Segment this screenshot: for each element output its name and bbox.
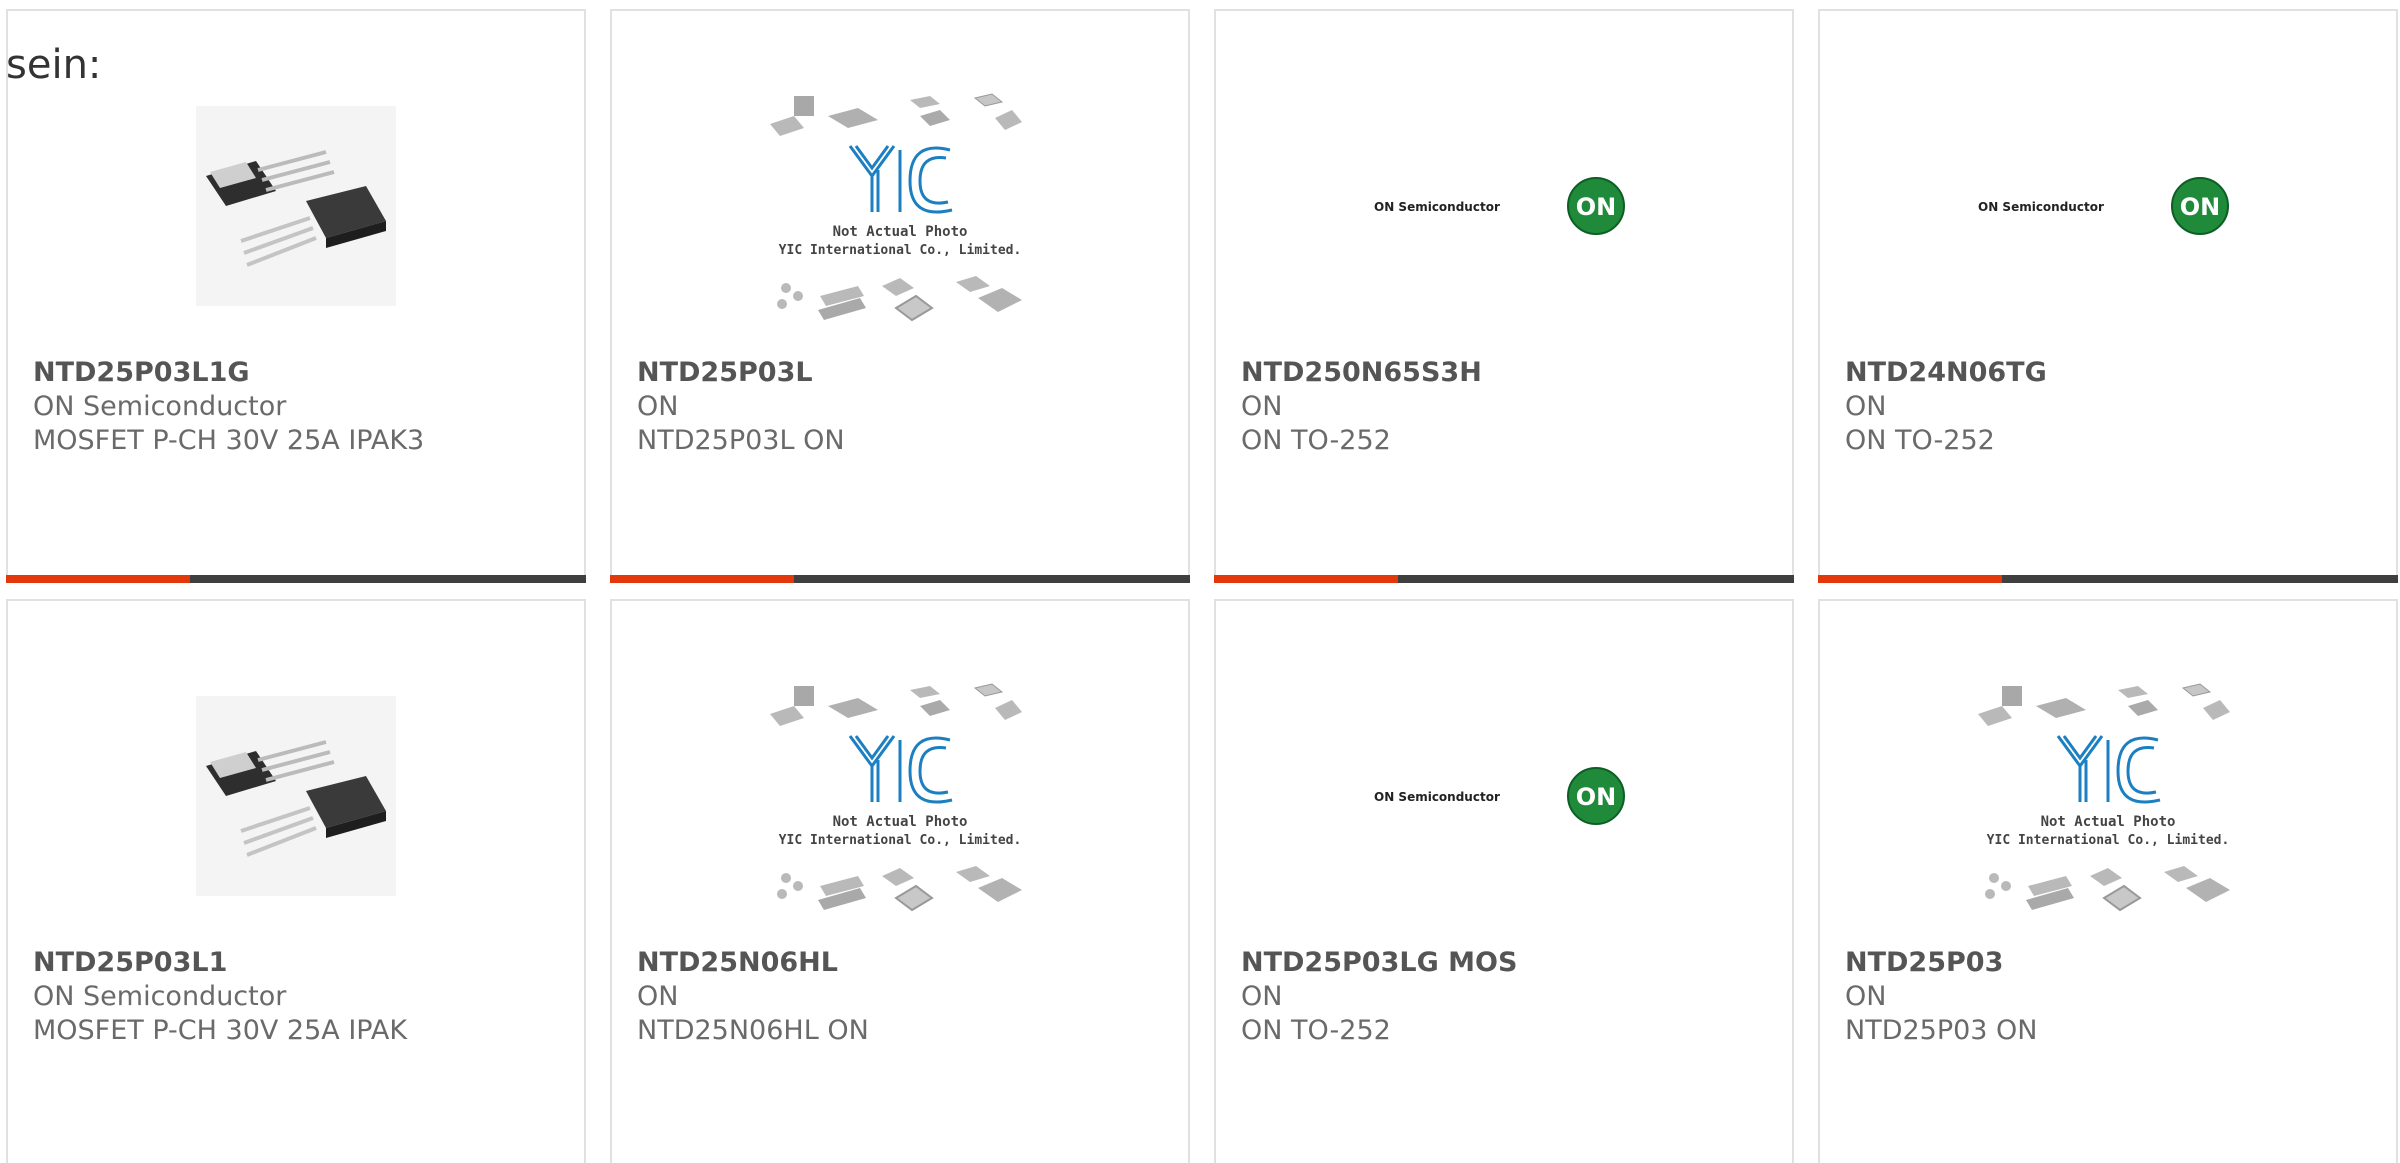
card-bottom-bar	[1818, 575, 2398, 583]
product-description: ON TO-252	[1241, 1015, 1391, 1046]
product-card[interactable]: NTD25P03L1G ON Semiconductor MOSFET P-CH…	[6, 9, 586, 583]
product-part-number[interactable]: NTD25P03L1	[33, 946, 407, 980]
card-accent-bar	[610, 575, 794, 583]
svg-text:YIC International Co., Limited: YIC International Co., Limited.	[1987, 833, 2230, 848]
svg-text:Not Actual Photo: Not Actual Photo	[833, 224, 968, 240]
on-semiconductor-logo: ON Semiconductor ON	[1216, 71, 1792, 341]
svg-text:YIC International Co., Limited: YIC International Co., Limited.	[779, 243, 1022, 258]
product-description: NTD25N06HL ON	[637, 1015, 869, 1046]
product-manufacturer: ON Semiconductor	[33, 981, 287, 1012]
product-card[interactable]: ON Semiconductor ON NTD250N65S3H ON ON TO…	[1214, 9, 1794, 583]
svg-text:Not Actual Photo: Not Actual Photo	[833, 814, 968, 830]
product-manufacturer: ON	[1241, 981, 1283, 1012]
product-manufacturer: ON	[1241, 391, 1283, 422]
product-manufacturer: ON	[1845, 391, 1887, 422]
product-manufacturer: ON Semiconductor	[33, 391, 287, 422]
svg-text:ON Semiconductor: ON Semiconductor	[1374, 200, 1500, 214]
card-accent-bar	[6, 575, 190, 583]
yic-placeholder-icon: Not Actual Photo YIC International Co., L…	[612, 71, 1188, 341]
product-description: NTD25P03L ON	[637, 425, 845, 456]
product-card[interactable]: Not Actual Photo YIC International Co., L…	[610, 9, 1190, 583]
svg-text:ON Semiconductor: ON Semiconductor	[1374, 790, 1500, 804]
product-card[interactable]: ON Semiconductor ON NTD24N06TG ON ON TO-2…	[1818, 9, 2398, 583]
product-part-number[interactable]: NTD24N06TG	[1845, 356, 2047, 390]
card-accent-bar	[1818, 575, 2002, 583]
product-part-number[interactable]: NTD25P03LG MOS	[1241, 946, 1517, 980]
card-bottom-bar	[6, 575, 586, 583]
to251-package-icon	[8, 71, 584, 341]
product-card[interactable]: ON Semiconductor ON NTD25P03LG MOS ON ON …	[1214, 599, 1794, 1163]
svg-text:YIC International Co., Limited: YIC International Co., Limited.	[779, 833, 1022, 848]
product-description: MOSFET P-CH 30V 25A IPAK3	[33, 425, 425, 456]
product-part-number[interactable]: NTD25P03L	[637, 356, 845, 390]
svg-text:Not Actual Photo: Not Actual Photo	[2041, 814, 2176, 830]
product-manufacturer: ON	[637, 391, 679, 422]
svg-text:ON: ON	[2180, 193, 2221, 221]
product-description: NTD25P03 ON	[1845, 1015, 2038, 1046]
product-description: MOSFET P-CH 30V 25A IPAK	[33, 1015, 408, 1046]
card-accent-bar	[1214, 575, 1398, 583]
card-bottom-bar	[610, 575, 1190, 583]
product-description: ON TO-252	[1241, 425, 1391, 456]
yic-placeholder-icon: Not Actual Photo YIC International Co., L…	[1820, 661, 2396, 931]
to251-package-icon	[8, 661, 584, 931]
product-part-number[interactable]: NTD25P03	[1845, 946, 2038, 980]
svg-text:ON: ON	[1576, 193, 1617, 221]
product-part-number[interactable]: NTD25P03L1G	[33, 356, 424, 390]
on-semiconductor-logo: ON Semiconductor ON	[1216, 661, 1792, 931]
svg-text:ON Semiconductor: ON Semiconductor	[1978, 200, 2104, 214]
product-part-number[interactable]: NTD250N65S3H	[1241, 356, 1482, 390]
product-card[interactable]: Not Actual Photo YIC International Co., L…	[1818, 599, 2398, 1163]
product-manufacturer: ON	[637, 981, 679, 1012]
lead-text: sein:	[6, 42, 102, 88]
product-card[interactable]: NTD25P03L1 ON Semiconductor MOSFET P-CH …	[6, 599, 586, 1163]
product-description: ON TO-252	[1845, 425, 1995, 456]
product-part-number[interactable]: NTD25N06HL	[637, 946, 869, 980]
product-manufacturer: ON	[1845, 981, 1887, 1012]
on-semiconductor-logo: ON Semiconductor ON	[1820, 71, 2396, 341]
product-grid-page: sein: NTD25P03L1G ON Semiconductor MOSFE…	[0, 0, 2400, 1163]
card-bottom-bar	[1214, 575, 1794, 583]
yic-placeholder-icon: Not Actual Photo YIC International Co., L…	[612, 661, 1188, 931]
product-card[interactable]: Not Actual Photo YIC International Co., L…	[610, 599, 1190, 1163]
svg-text:ON: ON	[1576, 783, 1617, 811]
